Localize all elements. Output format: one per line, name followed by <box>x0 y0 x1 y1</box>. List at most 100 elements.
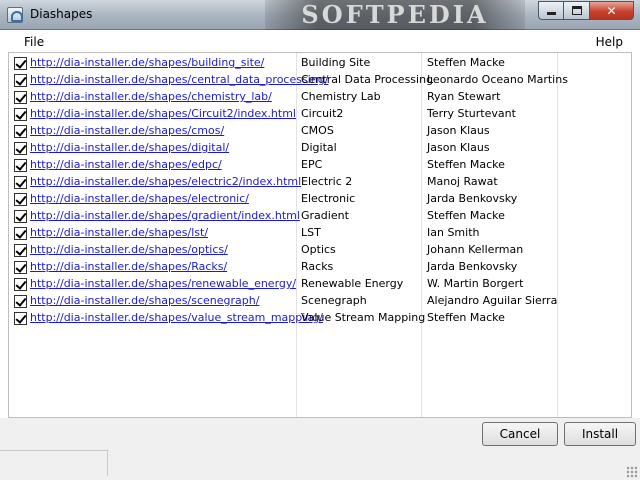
shape-url-link[interactable]: http://dia-installer.de/shapes/renewable… <box>30 277 296 290</box>
shape-checkbox[interactable] <box>14 176 27 189</box>
shape-author: Ian Smith <box>427 226 480 239</box>
shapes-list[interactable]: http://dia-installer.de/shapes/building_… <box>8 52 632 418</box>
shape-name: Circuit2 <box>301 107 344 120</box>
shape-author: Alejandro Aguilar Sierra <box>427 294 558 307</box>
shape-name: Chemistry Lab <box>301 90 381 103</box>
app-icon <box>7 7 23 23</box>
shape-name: Scenegraph <box>301 294 367 307</box>
shape-checkbox[interactable] <box>14 278 27 291</box>
shape-author: Jason Klaus <box>427 124 490 137</box>
list-item[interactable]: http://dia-installer.de/shapes/electroni… <box>9 191 631 208</box>
shape-name: Renewable Energy <box>301 277 404 290</box>
status-bar-pane <box>0 450 108 476</box>
list-item[interactable]: http://dia-installer.de/shapes/cmos/CMOS… <box>9 123 631 140</box>
shape-url-link[interactable]: http://dia-installer.de/shapes/value_str… <box>30 311 323 324</box>
maximize-button[interactable] <box>564 1 590 20</box>
close-button[interactable]: ✕ <box>590 1 634 20</box>
list-item[interactable]: http://dia-installer.de/shapes/electric2… <box>9 174 631 191</box>
menu-bar: File Help <box>0 30 640 52</box>
shape-url-link[interactable]: http://dia-installer.de/shapes/central_d… <box>30 73 328 86</box>
list-item[interactable]: http://dia-installer.de/shapes/chemistry… <box>9 89 631 106</box>
shape-name: Electric 2 <box>301 175 353 188</box>
shape-checkbox[interactable] <box>14 295 27 308</box>
title-bar[interactable]: Diashapes SOFTPEDIA ✕ <box>0 0 640 30</box>
shape-author: Jason Klaus <box>427 141 490 154</box>
shape-name: Building Site <box>301 56 371 69</box>
list-item[interactable]: http://dia-installer.de/shapes/optics/Op… <box>9 242 631 259</box>
shape-url-link[interactable]: http://dia-installer.de/shapes/lst/ <box>30 226 208 239</box>
shape-author: Jarda Benkovsky <box>427 260 518 273</box>
list-item[interactable]: http://dia-installer.de/shapes/gradient/… <box>9 208 631 225</box>
shape-checkbox[interactable] <box>14 159 27 172</box>
shape-url-link[interactable]: http://dia-installer.de/shapes/electric2… <box>30 175 301 188</box>
shape-checkbox[interactable] <box>14 210 27 223</box>
shape-url-link[interactable]: http://dia-installer.de/shapes/scenegrap… <box>30 294 259 307</box>
shape-author: Leonardo Oceano Martins <box>427 73 568 86</box>
shape-author: Steffen Macke <box>427 158 505 171</box>
install-button[interactable]: Install <box>564 422 636 446</box>
shape-name: Gradient <box>301 209 349 222</box>
shape-url-link[interactable]: http://dia-installer.de/shapes/cmos/ <box>30 124 224 137</box>
shape-name: CMOS <box>301 124 334 137</box>
shape-url-link[interactable]: http://dia-installer.de/shapes/optics/ <box>30 243 228 256</box>
shape-name: Electronic <box>301 192 356 205</box>
minimize-button[interactable] <box>538 1 564 20</box>
shape-author: W. Martin Borgert <box>427 277 524 290</box>
list-item[interactable]: http://dia-installer.de/shapes/value_str… <box>9 310 631 327</box>
shape-url-link[interactable]: http://dia-installer.de/shapes/Circuit2/… <box>30 107 296 120</box>
button-panel: Cancel Install <box>0 418 640 480</box>
shape-name: EPC <box>301 158 323 171</box>
shape-name: LST <box>301 226 321 239</box>
shape-url-link[interactable]: http://dia-installer.de/shapes/gradient/… <box>30 209 300 222</box>
shape-checkbox[interactable] <box>14 312 27 325</box>
list-item[interactable]: http://dia-installer.de/shapes/central_d… <box>9 72 631 89</box>
shape-name: Digital <box>301 141 337 154</box>
shape-author: Terry Sturtevant <box>427 107 516 120</box>
shape-name: Optics <box>301 243 336 256</box>
shape-name: Value Stream Mapping <box>301 311 426 324</box>
window-controls: ✕ <box>538 1 634 21</box>
list-item[interactable]: http://dia-installer.de/shapes/edpc/EPC S… <box>9 157 631 174</box>
shape-name: Racks <box>301 260 334 273</box>
shape-name: Central Data Processing <box>301 73 434 86</box>
shape-url-link[interactable]: http://dia-installer.de/shapes/digital/ <box>30 141 229 154</box>
shape-url-link[interactable]: http://dia-installer.de/shapes/electroni… <box>30 192 249 205</box>
shape-url-link[interactable]: http://dia-installer.de/shapes/building_… <box>30 56 264 69</box>
shape-author: Steffen Macke <box>427 56 505 69</box>
watermark: SOFTPEDIA <box>265 0 525 30</box>
shape-checkbox[interactable] <box>14 261 27 274</box>
shape-author: Steffen Macke <box>427 311 505 324</box>
close-icon: ✕ <box>606 3 617 18</box>
shape-author: Jarda Benkovsky <box>427 192 518 205</box>
list-item[interactable]: http://dia-installer.de/shapes/Racks/Rac… <box>9 259 631 276</box>
shape-checkbox[interactable] <box>14 108 27 121</box>
list-item[interactable]: http://dia-installer.de/shapes/digital/D… <box>9 140 631 157</box>
shape-checkbox[interactable] <box>14 57 27 70</box>
maximize-icon <box>571 6 582 15</box>
shape-url-link[interactable]: http://dia-installer.de/shapes/chemistry… <box>30 90 272 103</box>
menu-file[interactable]: File <box>24 35 44 49</box>
shape-checkbox[interactable] <box>14 74 27 87</box>
minimize-icon <box>546 12 556 15</box>
shape-checkbox[interactable] <box>14 91 27 104</box>
cancel-button[interactable]: Cancel <box>482 422 558 446</box>
resize-grip-icon[interactable] <box>626 466 638 478</box>
shape-url-link[interactable]: http://dia-installer.de/shapes/Racks/ <box>30 260 227 273</box>
shape-author: Ryan Stewart <box>427 90 501 103</box>
list-item[interactable]: http://dia-installer.de/shapes/building_… <box>9 55 631 72</box>
shape-checkbox[interactable] <box>14 227 27 240</box>
shape-author: Manoj Rawat <box>427 175 498 188</box>
shape-author: Steffen Macke <box>427 209 505 222</box>
shape-url-link[interactable]: http://dia-installer.de/shapes/edpc/ <box>30 158 222 171</box>
shape-checkbox[interactable] <box>14 193 27 206</box>
menu-help[interactable]: Help <box>596 35 623 49</box>
shape-checkbox[interactable] <box>14 244 27 257</box>
list-item[interactable]: http://dia-installer.de/shapes/Circuit2/… <box>9 106 631 123</box>
shape-author: Johann Kellerman <box>427 243 524 256</box>
shape-checkbox[interactable] <box>14 142 27 155</box>
window-title: Diashapes <box>30 7 93 21</box>
list-item[interactable]: http://dia-installer.de/shapes/renewable… <box>9 276 631 293</box>
list-item[interactable]: http://dia-installer.de/shapes/lst/LST Ia… <box>9 225 631 242</box>
list-item[interactable]: http://dia-installer.de/shapes/scenegrap… <box>9 293 631 310</box>
shape-checkbox[interactable] <box>14 125 27 138</box>
